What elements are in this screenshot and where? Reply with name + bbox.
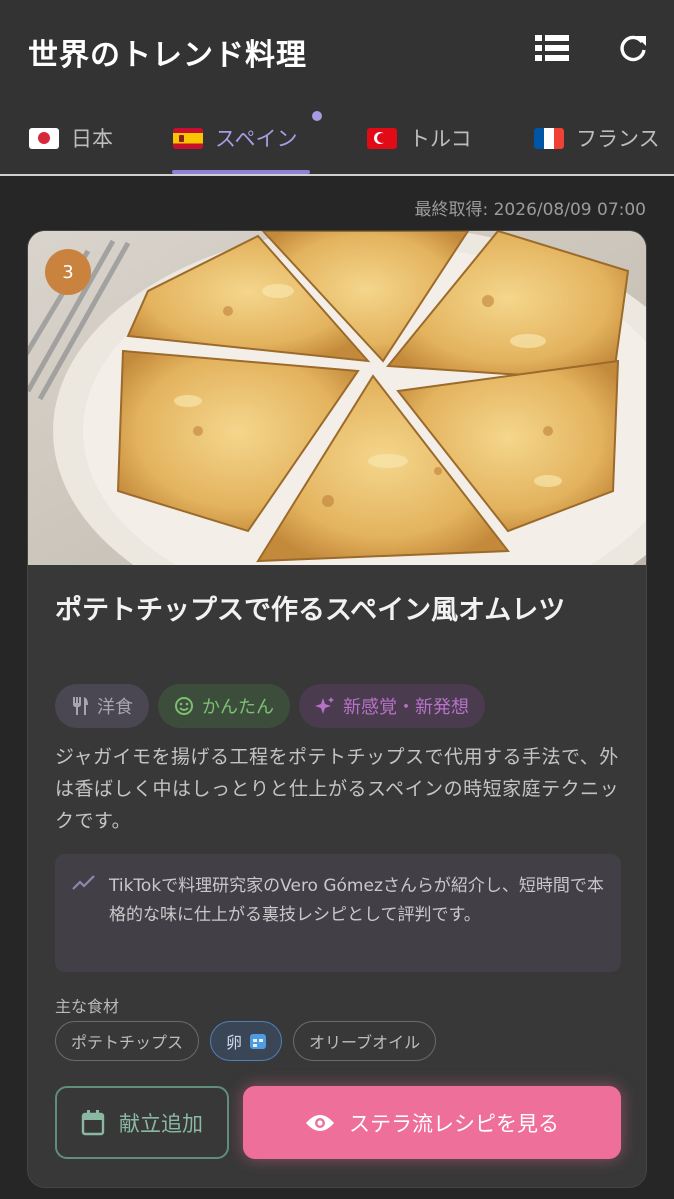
trend-note: TikTokで料理研究家のVero Gómezさんらが紹介し、短時間で本格的な味… [55, 854, 621, 972]
recipe-description: ジャガイモを揚げる工程をポテトチップスで代用する手法で、外は香ばしく中はしっとり… [55, 746, 620, 832]
tag-difficulty: かんたん [158, 684, 290, 728]
tab-label: スペイン [215, 127, 298, 151]
view-recipe-button[interactable]: ステラ流レシピを見る [243, 1086, 621, 1159]
ingredient-label: 卵 [226, 1033, 243, 1052]
calendar-badge-icon [250, 1034, 267, 1049]
ingredient-label: ポテトチップス [71, 1033, 184, 1052]
rank-badge: 3 [45, 249, 91, 295]
ingredient-chip[interactable]: オリーブオイル [293, 1021, 437, 1061]
app-title: 世界のトレンド料理 [28, 38, 307, 73]
last-fetched-time: 最終取得: 2026/08/09 07:00 [414, 200, 646, 220]
tag-cuisine: 洋食 [55, 684, 149, 728]
tag-list: 洋食 かんたん 新感覚・新発想 [55, 684, 485, 728]
ingredients-label: 主な食材 [55, 997, 120, 1016]
tag-label: 新感覚・新発想 [343, 697, 469, 718]
fr-flag-icon [534, 127, 564, 149]
add-plan-label: 献立追加 [119, 1111, 203, 1136]
tab-label: トルコ [409, 127, 472, 151]
eye-icon [306, 1114, 334, 1131]
tab-turkey[interactable]: トルコ [367, 118, 472, 158]
tab-label: フランス [576, 127, 660, 151]
ingredient-list: ポテトチップス 卵 オリーブオイル [55, 1021, 437, 1061]
recipe-card[interactable]: 3 ポテトチップスで作るスペイン風オムレツ 洋食 かんたん 新感覚・新発想 ジャ… [27, 230, 647, 1188]
sparkle-icon [315, 697, 334, 714]
tab-france[interactable]: フランス [534, 118, 660, 158]
ingredient-chip[interactable]: ポテトチップス [55, 1021, 200, 1061]
list-icon [535, 35, 569, 61]
list-view-button[interactable] [534, 30, 570, 66]
add-to-meal-plan-button[interactable]: 献立追加 [55, 1086, 229, 1159]
refresh-button[interactable] [615, 30, 651, 66]
jp-flag-icon [29, 127, 59, 149]
app-header: 世界のトレンド料理 [0, 0, 674, 100]
tag-novelty: 新感覚・新発想 [299, 684, 485, 728]
smile-icon [175, 697, 193, 715]
tab-japan[interactable]: 日本 [29, 118, 113, 158]
es-flag-icon [173, 127, 203, 149]
trend-note-text: TikTokで料理研究家のVero Gómezさんらが紹介し、短時間で本格的な味… [109, 876, 604, 925]
country-tabs: 日本 スペイン トルコ フランス [0, 100, 674, 176]
tag-label: かんたん [202, 697, 274, 718]
active-tab-indicator [172, 170, 310, 174]
view-recipe-label: ステラ流レシピを見る [349, 1111, 559, 1136]
tr-flag-icon [367, 127, 397, 149]
utensils-icon [73, 697, 88, 715]
trending-icon [72, 875, 95, 890]
refresh-icon [620, 35, 646, 62]
recipe-photo: 3 [28, 231, 646, 565]
ingredient-label: オリーブオイル [309, 1033, 421, 1052]
calendar-icon [81, 1109, 105, 1135]
tab-spain[interactable]: スペイン [173, 118, 298, 158]
ingredient-chip-highlighted[interactable]: 卵 [210, 1021, 283, 1061]
tortilla-illustration [28, 231, 646, 565]
tab-label: 日本 [71, 127, 113, 151]
recipe-title: ポテトチップスで作るスペイン風オムレツ [55, 595, 566, 626]
new-badge-dot [312, 111, 322, 121]
tag-label: 洋食 [97, 697, 133, 718]
